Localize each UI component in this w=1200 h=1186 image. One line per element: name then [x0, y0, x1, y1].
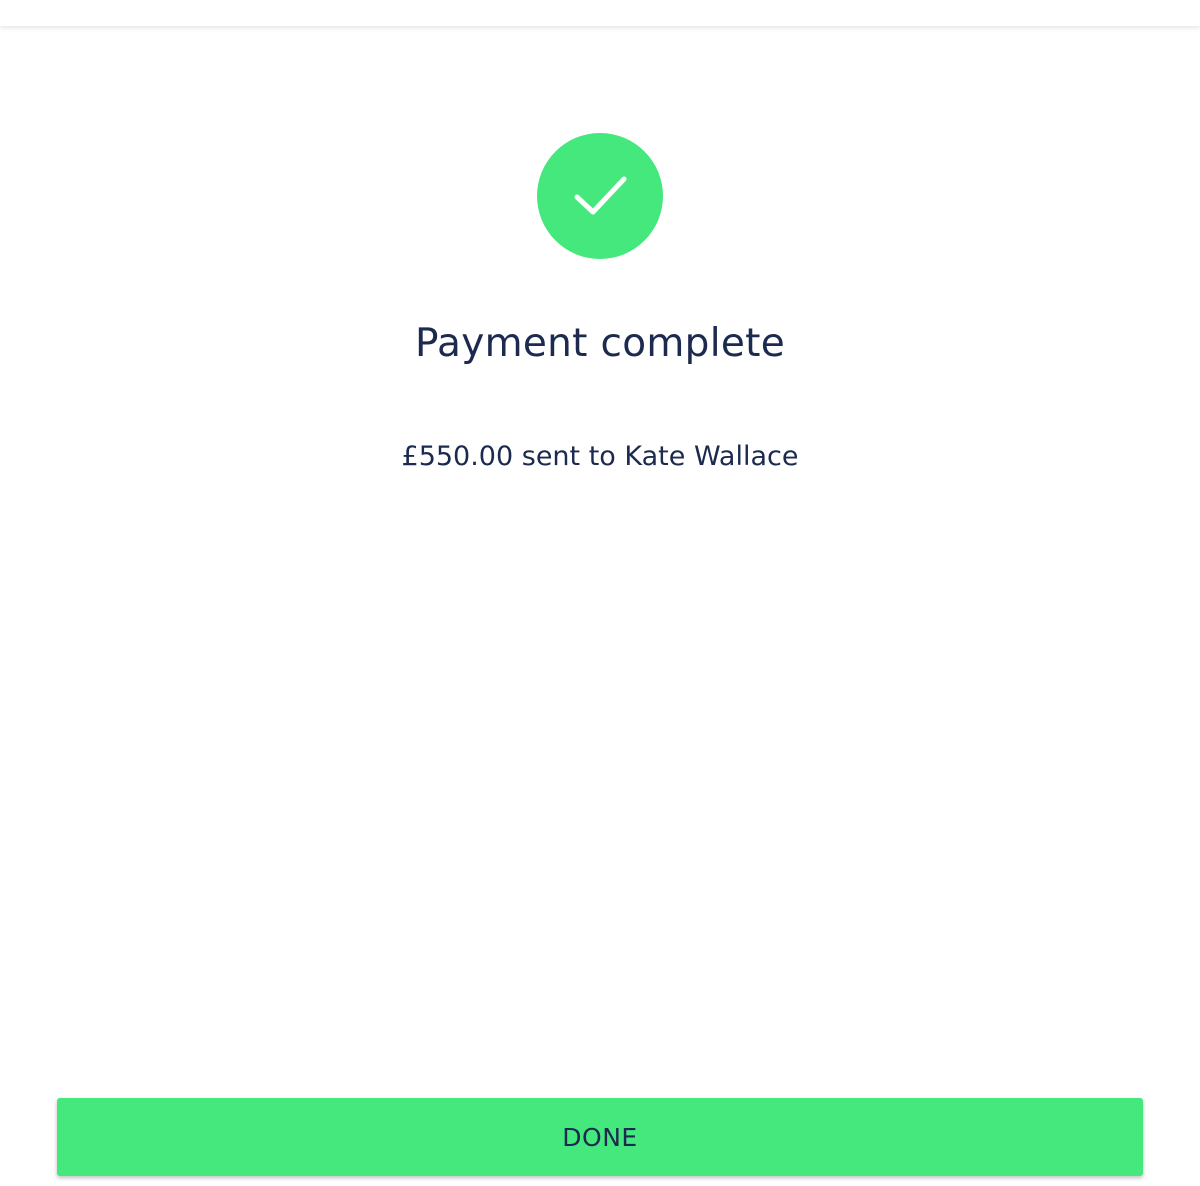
payment-summary: £550.00 sent to Kate Wallace: [401, 441, 799, 472]
done-button[interactable]: DONE: [57, 1098, 1143, 1176]
checkmark-icon: [574, 176, 627, 215]
top-bar: [0, 0, 1200, 26]
check-circle-icon: [537, 133, 663, 259]
page-title: Payment complete: [414, 321, 786, 366]
